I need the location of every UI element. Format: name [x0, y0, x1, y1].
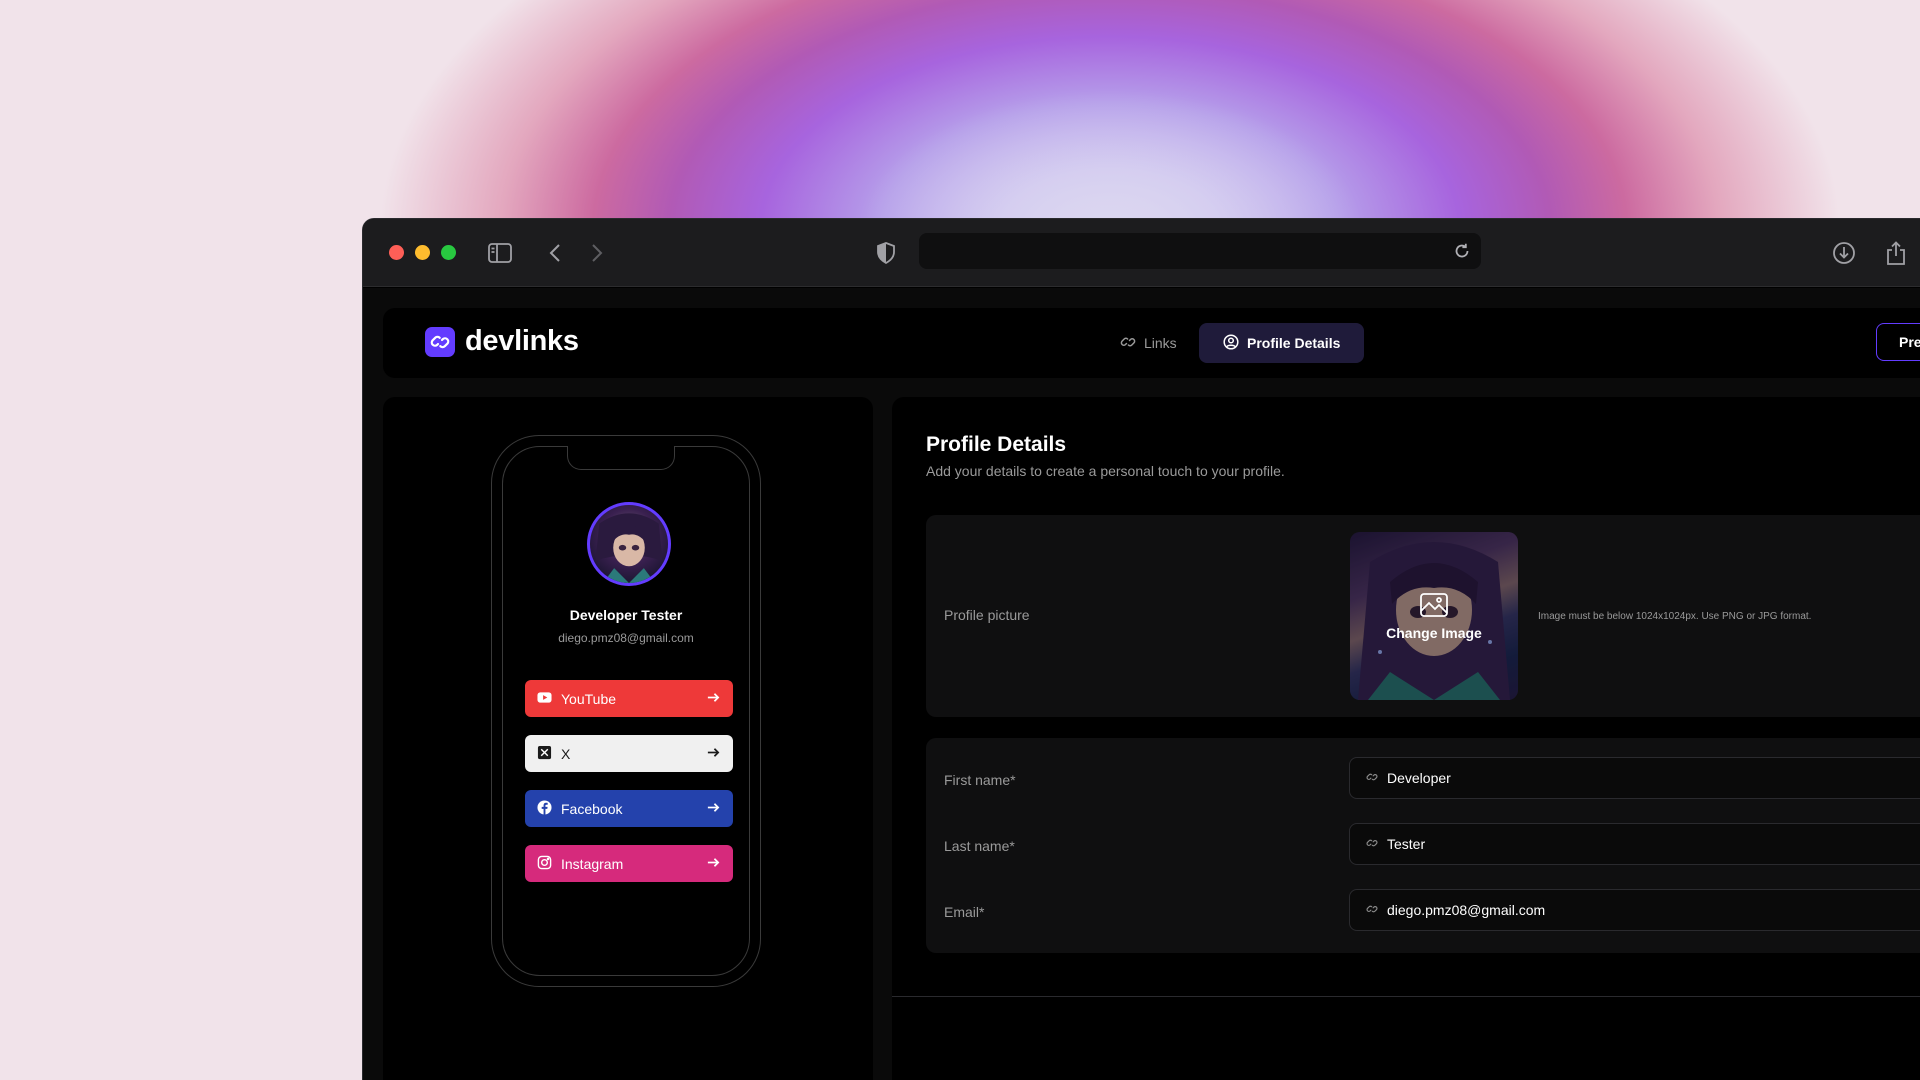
page-subtitle: Add your details to create a personal to… [926, 463, 1285, 479]
profile-picture-upload[interactable]: Change Image [1350, 532, 1518, 700]
preview-button-label: Previe [1899, 334, 1920, 350]
reload-icon[interactable] [1453, 242, 1471, 260]
shield-icon[interactable] [873, 241, 899, 265]
preview-button[interactable]: Previe [1876, 323, 1920, 361]
instagram-icon [537, 855, 552, 873]
avatar [587, 502, 671, 586]
first-name-value: Developer [1387, 770, 1451, 786]
preview-name: Developer Tester [569, 607, 683, 623]
profile-picture-card: Profile picture Change Image Image must … [926, 515, 1920, 717]
browser-window: devlinks Links Profile Details Previe [362, 218, 1920, 1080]
sidebar-toggle-icon[interactable] [487, 241, 513, 265]
app-logo[interactable]: devlinks [425, 325, 579, 358]
preview-link-label: X [561, 745, 571, 762]
arrow-right-icon [706, 690, 721, 708]
phone-notch [567, 446, 675, 470]
fullscreen-window-button[interactable] [441, 245, 456, 260]
back-arrow-icon[interactable] [543, 241, 569, 265]
profile-fields-card: First name* Developer Last name* Tester … [926, 738, 1920, 953]
preview-link-label: YouTube [561, 690, 617, 707]
youtube-icon [537, 690, 552, 708]
devlinks-app: devlinks Links Profile Details Previe [363, 288, 1920, 1080]
facebook-icon [537, 799, 552, 818]
app-header: devlinks Links Profile Details Previe [383, 308, 1920, 378]
preview-link-instagram[interactable]: Instagram [525, 845, 733, 882]
email-field[interactable]: diego.pmz08@gmail.com [1349, 889, 1920, 931]
share-icon[interactable] [1883, 241, 1909, 265]
first-name-field[interactable]: Developer [1349, 757, 1920, 799]
tab-links[interactable]: Links [1098, 323, 1199, 363]
phone-screen: Developer Tester diego.pmz08@gmail.com Y… [502, 446, 750, 976]
link-icon [1120, 334, 1136, 353]
minimize-window-button[interactable] [415, 245, 430, 260]
email-value: diego.pmz08@gmail.com [1387, 902, 1546, 918]
download-icon[interactable] [1831, 241, 1857, 265]
preview-link-facebook[interactable]: Facebook [525, 790, 733, 827]
preview-link-x[interactable]: X [525, 735, 733, 772]
link-icon [1366, 902, 1378, 918]
forward-arrow-icon[interactable] [583, 241, 609, 265]
change-image-label: Change Image [1386, 624, 1482, 641]
close-window-button[interactable] [389, 245, 404, 260]
preview-link-label: Facebook [561, 800, 623, 817]
address-bar[interactable] [919, 233, 1481, 269]
link-icon [1366, 770, 1378, 786]
tab-links-label: Links [1144, 335, 1177, 351]
last-name-value: Tester [1387, 836, 1426, 852]
user-circle-icon [1223, 333, 1239, 353]
preview-email: diego.pmz08@gmail.com [558, 631, 694, 645]
arrow-right-icon [706, 745, 721, 763]
browser-toolbar [363, 219, 1920, 287]
phone-mockup: Developer Tester diego.pmz08@gmail.com Y… [491, 435, 761, 987]
last-name-label: Last name* [944, 838, 1015, 854]
last-name-field[interactable]: Tester [1349, 823, 1920, 865]
profile-picture-label: Profile picture [944, 607, 1030, 623]
preview-link-youtube[interactable]: YouTube [525, 680, 733, 717]
link-icon [1366, 836, 1378, 852]
arrow-right-icon [706, 800, 721, 818]
preview-link-label: Instagram [561, 855, 624, 872]
footer-divider [892, 996, 1920, 997]
image-icon [1419, 592, 1449, 621]
page-title: Profile Details [926, 433, 1067, 456]
profile-details-panel: Profile Details Add your details to crea… [892, 397, 1920, 1080]
tab-profile-details[interactable]: Profile Details [1199, 323, 1365, 363]
picture-hint: Image must be below 1024x1024px. Use PNG… [1538, 611, 1812, 622]
x-logo-icon [537, 745, 552, 763]
first-name-label: First name* [944, 772, 1016, 788]
arrow-right-icon [706, 855, 721, 873]
change-image-overlay[interactable]: Change Image [1350, 532, 1518, 700]
phone-preview-panel: Developer Tester diego.pmz08@gmail.com Y… [383, 397, 873, 1080]
logo-text: devlinks [465, 325, 579, 357]
logo-icon [425, 326, 455, 357]
email-label: Email* [944, 904, 985, 920]
tab-profile-details-label: Profile Details [1247, 335, 1341, 351]
